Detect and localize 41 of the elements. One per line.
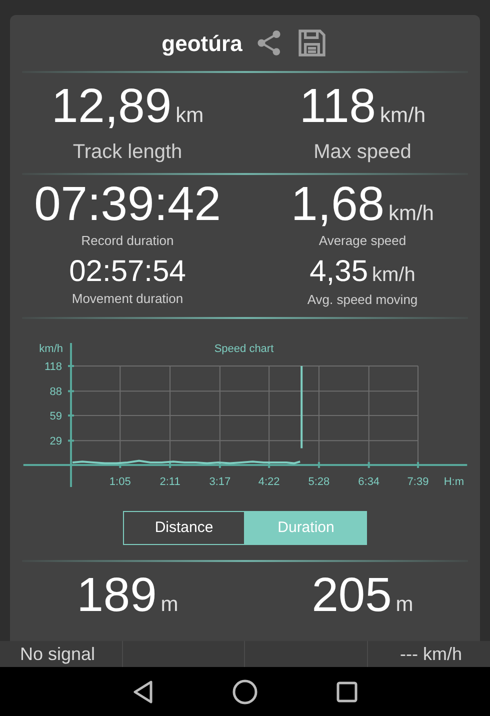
stat-unit: m (160, 592, 178, 618)
current-speed: --- km/h (399, 643, 463, 666)
save-icon[interactable] (296, 27, 328, 59)
y-tick-label: 118 (44, 361, 62, 373)
home-icon[interactable] (232, 678, 258, 704)
stat-value: 205 (312, 570, 392, 622)
stat-unit: m (396, 592, 414, 618)
stat-unit: km/h (380, 103, 426, 129)
stat-value: 02:57:54 (69, 254, 186, 288)
stat-label: Track length (72, 140, 182, 165)
stat-unit: km/h (388, 201, 434, 227)
track-title: geotúra (162, 30, 242, 58)
stat-label: Movement duration (72, 290, 184, 308)
stat-label: Record duration (81, 232, 174, 250)
y-axis-label: km/h (39, 343, 63, 355)
stat-label: Max speed (314, 140, 412, 165)
stat-value: 118 (299, 81, 376, 133)
chart-title: Speed chart (214, 343, 274, 355)
stat-value: 12,89 (51, 81, 172, 133)
x-axis-label: H:m (444, 476, 464, 488)
recent-apps-icon[interactable] (336, 680, 358, 702)
stat-value: 07:39:42 (34, 179, 221, 231)
x-tick-label: 4:22 (258, 476, 280, 488)
stat-label: Average speed (318, 232, 406, 250)
stat-value: 189 (76, 570, 157, 622)
stat-unit: km (176, 103, 204, 129)
stat-value: 4,35 (310, 254, 368, 288)
stat-label: Avg. speed moving (307, 290, 418, 309)
x-tick-label: 1:05 (109, 476, 131, 488)
y-tick-label: 29 (50, 436, 62, 448)
toggle-button[interactable]: Distance (123, 511, 245, 545)
x-tick-label: 7:39 (407, 476, 429, 488)
stat-unit: km/h (372, 262, 416, 288)
back-icon[interactable] (132, 680, 154, 704)
x-tick-label: 3:17 (209, 476, 231, 488)
x-tick-label: 2:11 (160, 476, 180, 488)
x-tick-label: 6:34 (358, 476, 380, 488)
stat-value: 1,68 (291, 179, 384, 231)
y-tick-label: 88 (50, 386, 62, 398)
y-tick-label: 59 (50, 410, 62, 422)
x-tick-label: 5:28 (308, 476, 330, 488)
